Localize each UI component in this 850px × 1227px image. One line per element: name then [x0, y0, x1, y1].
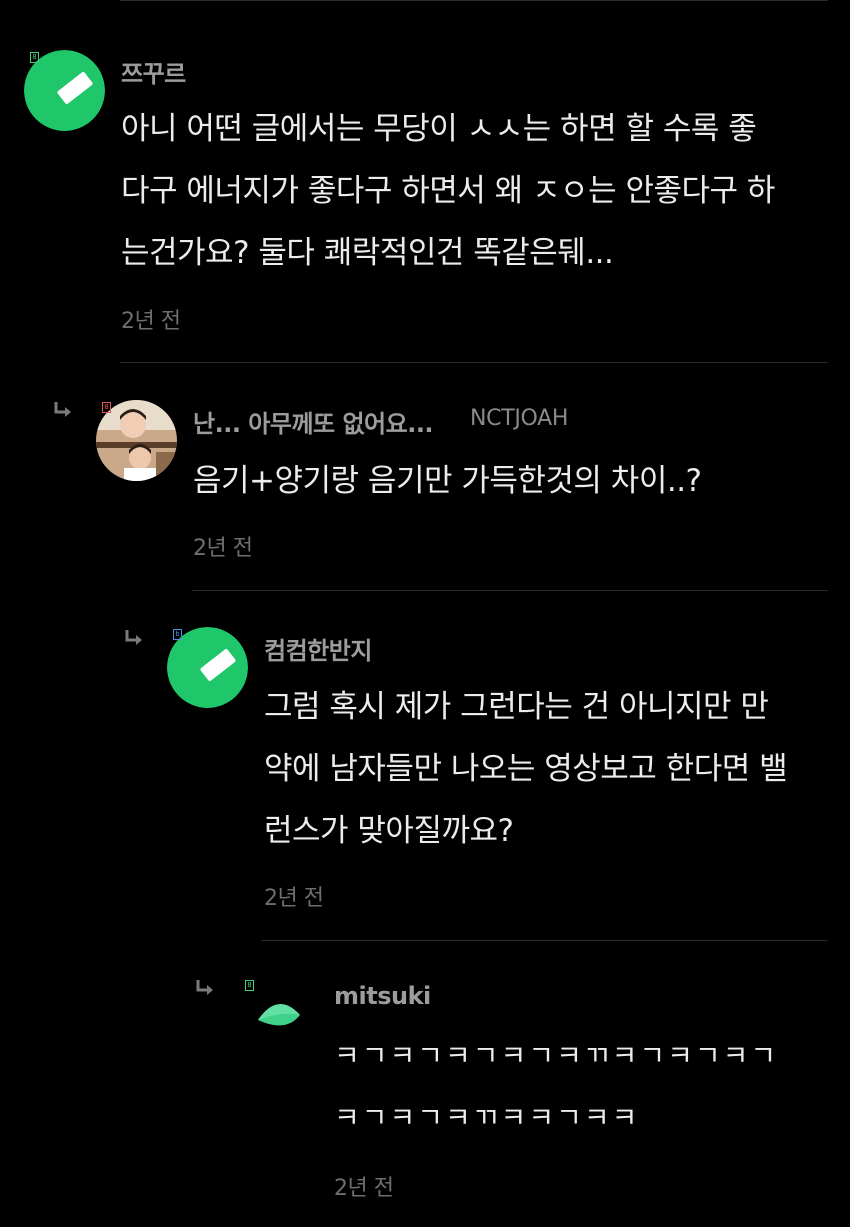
- comment-line: 음기+양기랑 음기만 가득한것의 차이..?: [193, 463, 702, 499]
- comment-text: 아니 어떤 글에서는 무당이 ㅅㅅ는 하면 할 수록 좋 다구 에너지가 좋다구…: [121, 98, 775, 284]
- author-name[interactable]: 난... 아무께또 없어요...: [193, 404, 434, 439]
- level-badge: 8: [102, 402, 111, 413]
- author-id: NCTJOAH: [470, 406, 569, 431]
- reply-arrow-icon: [196, 980, 213, 995]
- reply-arrow-icon: [125, 630, 142, 645]
- timestamp: 2년 전: [121, 309, 181, 334]
- comment-text: 음기+양기랑 음기만 가득한것의 차이..?: [193, 450, 702, 512]
- comment-line: 런스가 맞아질까요?: [264, 813, 514, 849]
- comment-line: ㅋㄱㅋㄱㅋㄲㅋㅋㄱㅋㅋ: [334, 1101, 640, 1134]
- divider-top: [120, 0, 828, 1]
- level-badge: b: [173, 629, 182, 640]
- author-name[interactable]: 쯔꾸르: [121, 54, 186, 89]
- level-badge: 8: [245, 980, 254, 991]
- divider: [120, 362, 828, 363]
- comment-line: 는건가요? 둘다 쾌락적인건 똑같은뒈...: [121, 235, 614, 271]
- comment-line: 아니 어떤 글에서는 무당이 ㅅㅅ는 하면 할 수록 좋: [121, 111, 757, 147]
- comment-text: 그럼 혹시 제가 그런다는 건 아니지만 만 약에 남자들만 나오는 영상보고 …: [264, 676, 788, 862]
- comment-line: ㅋㄱㅋㄱㅋㄱㅋㄱㅋㄲㅋㄱㅋㄱㅋㄱ: [334, 1039, 779, 1072]
- divider: [262, 940, 828, 941]
- comment-line: 약에 남자들만 나오는 영상보고 한다면 밸: [264, 751, 788, 787]
- author-name[interactable]: 컴컴한반지: [264, 631, 372, 666]
- comment-line: 다구 에너지가 좋다구 하면서 왜 ㅈㅇ는 안좋다구 하: [121, 173, 775, 209]
- comment-text: ㅋㄱㅋㄱㅋㄱㅋㄱㅋㄲㅋㄱㅋㄱㅋㄱ ㅋㄱㅋㄱㅋㄲㅋㅋㄱㅋㅋ: [334, 1025, 778, 1149]
- divider: [192, 590, 828, 591]
- timestamp: 2년 전: [264, 886, 324, 911]
- timestamp: 2년 전: [334, 1176, 394, 1201]
- author-name[interactable]: mitsuki: [334, 982, 431, 1010]
- timestamp: 2년 전: [193, 536, 253, 561]
- level-badge: 8: [30, 52, 39, 63]
- reply-arrow-icon: [54, 402, 71, 417]
- comment-line: 그럼 혹시 제가 그런다는 건 아니지만 만: [264, 689, 769, 725]
